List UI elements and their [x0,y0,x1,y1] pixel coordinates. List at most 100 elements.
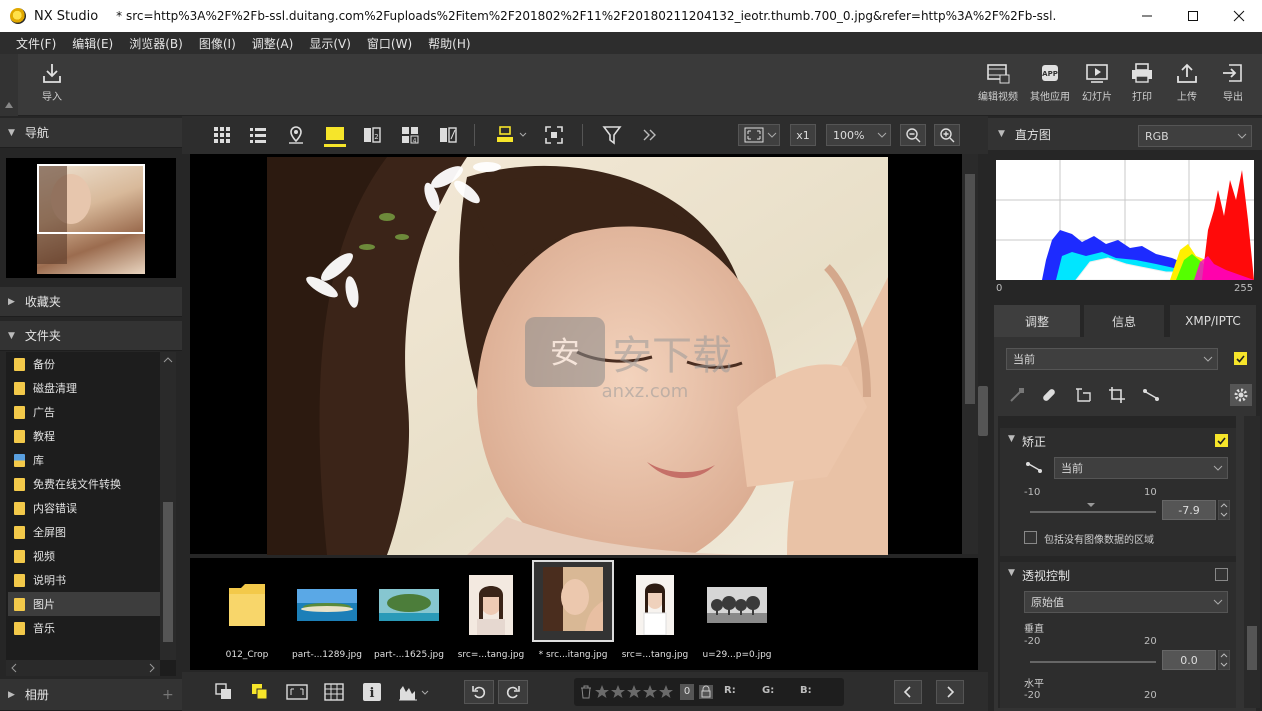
filmstrip-thumbnail[interactable]: part-...1289.jpg [288,566,366,666]
tab-xmp-iptc[interactable]: XMP/IPTC [1170,305,1256,337]
compare-two-icon[interactable]: 2 [362,125,382,145]
folder-item[interactable]: 库 [8,448,160,472]
adjust-scrollbar-thumb[interactable] [1247,626,1257,670]
next-image-button[interactable] [936,680,964,704]
perspective-icon[interactable] [1074,386,1092,404]
include-empty-area-checkbox[interactable] [1024,531,1037,544]
menu-help[interactable]: 帮助(H) [420,35,478,52]
folder-item[interactable]: 视频 [8,544,160,568]
grid-view-icon[interactable] [212,125,232,145]
straighten-preset-dropdown[interactable]: 当前 [1054,457,1228,479]
vertical-slider[interactable] [1028,650,1158,670]
folder-item[interactable]: 内容错误 [8,496,160,520]
perspective-preset-dropdown[interactable]: 原始值 [1024,591,1228,613]
add-album-icon[interactable]: + [162,687,174,703]
list-view-icon[interactable] [248,125,268,145]
right-panel-toggle[interactable] [978,386,988,436]
perspective-enable-checkbox[interactable] [1215,568,1228,581]
before-after-icon[interactable] [438,125,458,145]
fit-screen-dropdown[interactable] [738,124,780,146]
main-photo[interactable]: 安 安下载 anxz.com [267,157,888,555]
folder-item[interactable]: 全屏图 [8,520,160,544]
upload-button[interactable]: 上传 [1161,62,1213,103]
favorites-header[interactable]: ▶ 收藏夹 [0,287,182,317]
map-pin-icon[interactable] [286,125,306,145]
grid-overlay-icon[interactable] [324,682,344,702]
rotate-left-button[interactable] [464,680,494,704]
filmstrip-folder[interactable]: 012_Crop [208,566,286,666]
zoom-out-button[interactable] [900,124,926,146]
menu-image[interactable]: 图像(I) [191,35,244,52]
stack-group-icon[interactable] [250,682,270,702]
menu-view[interactable]: 显示(V) [301,35,359,52]
filmstrip-thumbnail[interactable]: * src...itang.jpg [532,560,614,660]
filmstrip-thumbnail[interactable]: part-...1625.jpg [370,566,448,666]
folder-item[interactable]: 广告 [8,400,160,424]
menu-file[interactable]: 文件(F) [8,35,64,52]
zoom-in-button[interactable] [934,124,960,146]
vertical-value-field[interactable]: 0.0 [1162,650,1216,670]
viewer-vscrollbar[interactable] [962,154,978,554]
compare-four-icon[interactable]: 4 [400,125,420,145]
fullscreen-icon[interactable] [544,125,564,145]
zoom-x1-button[interactable]: x1 [790,124,816,146]
straighten-value-field[interactable]: -7.9 [1162,500,1216,520]
bandage-icon[interactable] [1040,386,1058,404]
navigator-header[interactable]: ▼ 导航 [0,118,182,148]
export-button[interactable]: 导出 [1207,62,1259,103]
rotate-right-button[interactable] [498,680,528,704]
filmstrip-thumbnail[interactable]: src=...tang.jpg [452,566,530,666]
menu-browser[interactable]: 浏览器(B) [121,35,191,52]
filmstrip-thumbnail[interactable]: u=29...p=0.jpg [698,566,776,666]
adjust-settings-button[interactable] [1230,384,1252,406]
previous-image-button[interactable] [894,680,922,704]
adjust-preset-dropdown[interactable]: 当前 [1006,348,1218,370]
folder-item[interactable]: 免费在线文件转换 [8,472,160,496]
straighten-stepper-icon[interactable] [1218,500,1230,520]
folder-item[interactable]: 教程 [8,424,160,448]
import-button[interactable]: 导入 [26,62,78,103]
folder-item[interactable]: 说明书 [8,568,160,592]
crop-icon[interactable] [1108,386,1126,404]
stack-icon[interactable] [214,682,234,702]
folder-item[interactable]: 磁盘清理 [8,376,160,400]
raw-icon[interactable] [286,682,308,702]
filter-icon[interactable] [602,125,622,145]
folder-item[interactable]: 音乐 [8,616,160,640]
folder-hscrollbar[interactable] [6,660,160,676]
maximize-button[interactable] [1170,0,1216,32]
more-chevron-icon[interactable] [640,125,660,145]
vertical-stepper-icon[interactable] [1218,650,1230,670]
folder-item[interactable]: 备份 [8,352,160,376]
histogram-toggle-icon[interactable] [398,682,434,702]
info-icon[interactable]: i [362,682,382,702]
star-rating[interactable] [594,684,678,700]
tab-adjust[interactable]: 调整 [994,305,1080,337]
straighten-icon[interactable] [1142,386,1160,404]
close-button[interactable] [1216,0,1262,32]
folders-header[interactable]: ▼ 文件夹 [0,321,182,351]
collapse-triangle-icon[interactable]: ▼ [1008,434,1015,444]
navigator-viewport-frame[interactable] [37,164,145,234]
folder-scrollbar[interactable] [160,352,176,660]
adjust-scrollbar[interactable] [1244,416,1260,708]
menu-window[interactable]: 窗口(W) [359,35,420,52]
minimize-button[interactable] [1124,0,1170,32]
retouch-brush-icon[interactable] [1008,386,1026,404]
albums-header[interactable]: ▶ 相册 + [0,679,182,711]
straighten-enable-checkbox[interactable] [1215,434,1228,447]
image-viewer[interactable]: 安 安下载 anxz.com [190,154,978,555]
trash-icon[interactable] [580,685,592,699]
histogram-channel-dropdown[interactable]: RGB [1138,125,1252,147]
protect-icon[interactable] [698,684,714,700]
filmstrip-thumbnail[interactable]: src=...tang.jpg [616,566,694,666]
straighten-slider[interactable] [1028,500,1158,520]
straighten-tool-icon[interactable] [1024,460,1044,476]
folder-scrollbar-thumb[interactable] [163,502,173,642]
adjust-enable-checkbox[interactable] [1234,352,1247,365]
menu-edit[interactable]: 编辑(E) [64,35,121,52]
zoom-level-dropdown[interactable]: 100% [826,124,891,146]
tab-info[interactable]: 信息 [1084,305,1164,337]
other-apps-button[interactable]: APP 其他应用 [1024,62,1076,103]
folder-item[interactable]: 图片 [8,592,160,616]
